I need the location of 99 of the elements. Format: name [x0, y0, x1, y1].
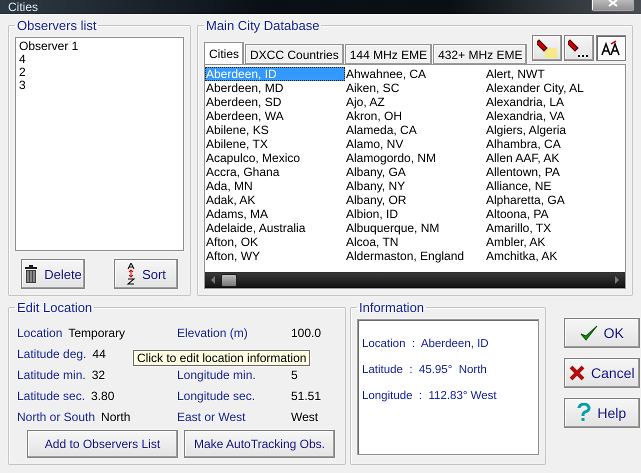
city-item[interactable]: Aberdeen, MD: [205, 81, 345, 95]
panel-title: Edit Location: [16, 300, 94, 315]
check-mark-icon: [580, 325, 598, 341]
field-value[interactable]: 5: [291, 368, 298, 382]
city-item[interactable]: Abilene, TX: [205, 137, 345, 151]
scroll-right-icon[interactable]: [613, 275, 621, 285]
font-size-icon: [601, 40, 621, 56]
field-value[interactable]: 51.51: [291, 388, 322, 402]
panel-title: Observers list: [16, 18, 98, 33]
cross-mark-icon: [569, 365, 585, 381]
city-item[interactable]: Altoona, PA: [485, 207, 625, 221]
tab[interactable]: Cities: [204, 42, 244, 65]
cancel-button[interactable]: Cancel: [564, 358, 640, 388]
city-item[interactable]: Afton, OK: [205, 235, 345, 249]
city-item[interactable]: Amarillo, TX: [485, 221, 625, 235]
city-item[interactable]: Ambler, AK: [485, 235, 625, 249]
city-item[interactable]: Alexander City, AL: [485, 81, 625, 95]
info-line: Latitude : 45.95° North: [362, 364, 488, 376]
city-item[interactable]: Accra, Ghana: [205, 165, 345, 179]
city-item[interactable]: Albany, GA: [345, 165, 485, 179]
city-item[interactable]: Albany, OR: [345, 193, 485, 207]
observer-item[interactable]: 2: [18, 66, 181, 79]
city-item[interactable]: Ahwahnee, CA: [345, 67, 485, 81]
city-item[interactable]: Alhambra, CA: [485, 137, 625, 151]
observer-item[interactable]: 4: [18, 53, 181, 66]
panel-title: Information: [358, 300, 426, 315]
city-item[interactable]: Aberdeen, SD: [205, 95, 345, 109]
tab[interactable]: 144 MHz EME: [344, 44, 432, 64]
font-button[interactable]: [596, 35, 626, 61]
find-next-button[interactable]: [564, 35, 594, 61]
field-label: Location: [17, 326, 62, 340]
city-item[interactable]: Ajo, AZ: [345, 95, 485, 109]
city-item[interactable]: Adak, AK: [205, 193, 345, 207]
field-value[interactable]: West: [291, 410, 318, 424]
field-label: Latitude deg.: [17, 346, 86, 360]
window-title: Cities: [8, 0, 38, 14]
city-item[interactable]: Acapulco, Mexico: [205, 151, 345, 165]
field-label: Longitude sec.: [177, 388, 256, 402]
horizontal-scrollbar[interactable]: [205, 272, 625, 288]
city-item[interactable]: Abilene, KS: [205, 123, 345, 137]
field-value[interactable]: 32: [92, 368, 106, 382]
city-item[interactable]: Alpharetta, GA: [485, 193, 625, 207]
city-item[interactable]: Alameda, CA: [345, 123, 485, 137]
scroll-left-icon[interactable]: [209, 275, 217, 285]
field-label: East or West: [177, 410, 246, 424]
sort-button[interactable]: Sort: [114, 259, 178, 289]
field-label: Elevation (m): [177, 326, 249, 340]
city-item[interactable]: Alexandria, LA: [485, 95, 625, 109]
info-line: Longitude : 112.83° West: [362, 390, 498, 402]
city-item[interactable]: Allen AAF, AK: [485, 151, 625, 165]
trash-can-icon: [24, 265, 38, 283]
city-item[interactable]: Alcoa, TN: [345, 235, 485, 249]
autotracking-button[interactable]: Make AutoTracking Obs.: [184, 430, 335, 458]
info-line: Location : Aberdeen, ID: [362, 338, 490, 350]
observer-item[interactable]: Observer 1: [18, 40, 181, 53]
city-item[interactable]: Alamogordo, NM: [345, 151, 485, 165]
help-button[interactable]: Help: [564, 398, 640, 428]
field-label: Latitude sec.: [17, 388, 86, 402]
field-value[interactable]: Temporary: [68, 326, 126, 340]
tab[interactable]: DXCC Countries: [245, 44, 344, 64]
tooltip: Click to edit location information: [133, 350, 310, 366]
tab[interactable]: 432+ MHz EME: [433, 44, 528, 64]
city-item[interactable]: Adelaide, Australia: [205, 221, 345, 235]
city-item[interactable]: Allentown, PA: [485, 165, 625, 179]
field-label: Longitude min.: [177, 368, 257, 382]
field-label: Latitude min.: [17, 368, 86, 382]
city-item[interactable]: Aiken, SC: [345, 81, 485, 95]
city-item[interactable]: Aldermaston, England: [345, 249, 485, 263]
city-item[interactable]: Algiers, Algeria: [485, 123, 625, 137]
city-item[interactable]: Albuquerque, NM: [345, 221, 485, 235]
field-value[interactable]: 100.0: [291, 326, 322, 340]
flashlight-icon: [537, 38, 557, 58]
city-item[interactable]: Alamo, NV: [345, 137, 485, 151]
city-item[interactable]: Albany, NY: [345, 179, 485, 193]
field-value[interactable]: 44: [92, 346, 106, 360]
city-item[interactable]: Ada, MN: [205, 179, 345, 193]
city-item[interactable]: Alert, NWT: [485, 67, 625, 81]
ok-button[interactable]: OK: [564, 318, 640, 348]
city-item[interactable]: Akron, OH: [345, 109, 485, 123]
field-value[interactable]: North: [101, 410, 130, 424]
city-item[interactable]: Albion, ID: [345, 207, 485, 221]
city-item[interactable]: Alliance, NE: [485, 179, 625, 193]
sort-az-icon: [126, 263, 136, 285]
city-item[interactable]: Aberdeen, WA: [205, 109, 345, 123]
delete-button[interactable]: Delete: [21, 259, 85, 289]
question-mark-icon: [577, 403, 592, 423]
flashlight-dots-icon: [568, 38, 590, 58]
panel-title: Main City Database: [205, 18, 320, 33]
city-item[interactable]: Afton, WY: [205, 249, 345, 263]
add-observer-button[interactable]: Add to Observers List: [27, 430, 178, 458]
city-item[interactable]: Alexandria, VA: [485, 109, 625, 123]
field-value[interactable]: 3.80: [91, 388, 114, 402]
scrollbar-thumb[interactable]: [221, 274, 237, 286]
field-label: North or South: [17, 410, 96, 424]
find-button[interactable]: [532, 35, 562, 61]
observer-item[interactable]: 3: [18, 79, 181, 92]
city-item[interactable]: Adams, MA: [205, 207, 345, 221]
city-item[interactable]: Amchitka, AK: [485, 249, 625, 263]
close-icon: [608, 0, 618, 7]
